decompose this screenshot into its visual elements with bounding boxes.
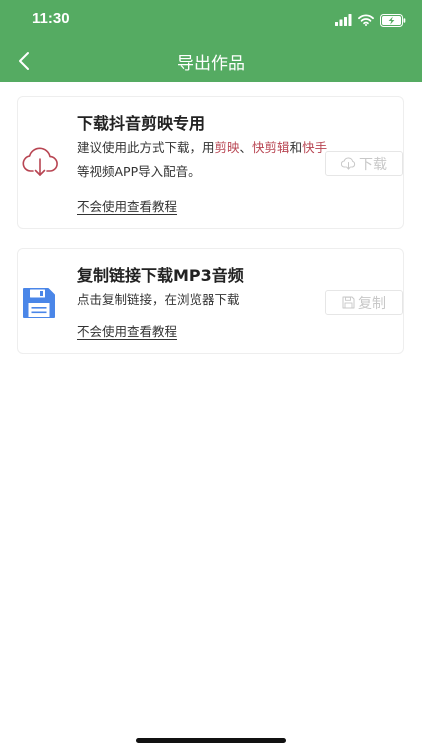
download-button-label: 下载 (359, 156, 387, 173)
tutorial-link[interactable]: 不会使用查看教程 (77, 196, 177, 215)
battery-charging-icon (380, 13, 406, 27)
card-title: 下载抖音剪映专用 (77, 114, 206, 133)
tutorial-link[interactable]: 不会使用查看教程 (77, 321, 177, 340)
card-title: 复制链接下载MP3音频 (77, 266, 244, 285)
copy-button-label: 复制 (358, 295, 386, 312)
cloud-download-icon (22, 147, 58, 176)
status-time: 11:30 (32, 10, 70, 27)
save-icon (342, 296, 355, 309)
copy-button[interactable]: 复制 (325, 290, 403, 315)
card-description: 建议使用此方式下载，用剪映、快剪辑和快手等视频APP导入配音。 (77, 140, 328, 179)
wifi-icon (358, 14, 374, 26)
header-bar: 11:30 导出作品 (0, 0, 422, 82)
floppy-save-icon (23, 288, 55, 318)
home-indicator (136, 738, 286, 743)
cloud-download-icon (341, 157, 356, 170)
card-description: 点击复制链接，在浏览器下载 (77, 292, 240, 307)
download-button[interactable]: 下载 (325, 151, 403, 176)
copy-link-card: 复制链接下载MP3音频 点击复制链接，在浏览器下载 不会使用查看教程 复制 (17, 248, 404, 354)
signal-icon (335, 14, 352, 26)
download-card: 下载抖音剪映专用 建议使用此方式下载，用剪映、快剪辑和快手等视频APP导入配音。… (17, 96, 404, 229)
page-title: 导出作品 (177, 54, 245, 74)
status-icons (335, 12, 406, 28)
